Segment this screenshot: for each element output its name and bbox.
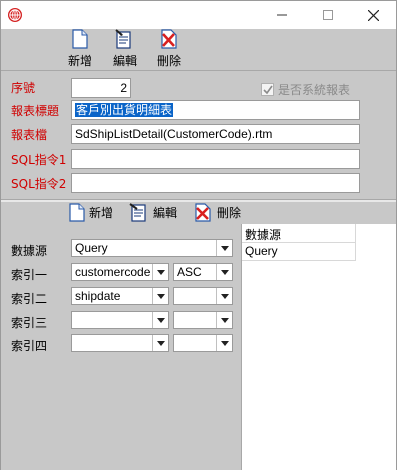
detail-delete-label: 刪除: [217, 206, 242, 220]
chevron-down-icon[interactable]: [152, 312, 168, 328]
chevron-down-icon[interactable]: [216, 312, 232, 328]
index3-label: 索引三: [11, 316, 48, 330]
new-document-icon: [72, 29, 88, 49]
new-button[interactable]: 新增: [68, 29, 92, 69]
detail-form: 數據源 Query 索引一 customercode ASC 索引二 shipd…: [1, 224, 241, 470]
edit-document-icon: [115, 29, 131, 49]
delete-document-icon: [161, 29, 177, 49]
chevron-down-icon[interactable]: [216, 264, 232, 280]
title-input-value: 客戶別出貨明細表: [75, 103, 174, 117]
app-globe-icon: [8, 8, 22, 22]
index2-field-select[interactable]: shipdate: [71, 287, 169, 305]
index1-order-value: ASC: [177, 265, 202, 279]
edit-document-icon: [129, 203, 146, 222]
detail-new-button[interactable]: 新增: [69, 203, 113, 222]
index2-label: 索引二: [11, 292, 48, 306]
index2-field-value: shipdate: [75, 289, 121, 303]
close-icon: [367, 9, 379, 21]
detail-edit-label: 編輯: [153, 206, 178, 220]
delete-document-icon: [195, 203, 211, 222]
minimize-button[interactable]: [259, 1, 305, 29]
title-label: 報表標題: [11, 104, 60, 118]
delete-button-label: 刪除: [157, 54, 182, 68]
index3-field-select[interactable]: [71, 311, 169, 329]
datasource-select[interactable]: Query: [71, 239, 233, 257]
detail-new-label: 新增: [89, 206, 114, 220]
file-input[interactable]: SdShipListDetail(CustomerCode).rtm: [71, 124, 360, 144]
index1-field-value: customercode: [75, 265, 151, 279]
maximize-icon: [323, 10, 333, 20]
checkbox-box[interactable]: [261, 83, 274, 96]
system-report-label: 是否系統報表: [278, 83, 351, 97]
sql1-input[interactable]: [71, 149, 360, 169]
delete-button[interactable]: 刪除: [157, 29, 181, 69]
edit-button[interactable]: 編輯: [113, 29, 137, 69]
chevron-down-icon[interactable]: [216, 335, 232, 351]
index4-field-select[interactable]: [71, 334, 169, 352]
index3-order-select[interactable]: [173, 311, 233, 329]
report-settings-window: 新增 編輯 刪除 序號 2 是否系統報表 報表標題 客戶別出貨明細表 報表檔 S…: [0, 0, 397, 470]
chevron-down-icon[interactable]: [216, 288, 232, 304]
new-button-label: 新增: [68, 54, 93, 68]
seq-label: 序號: [11, 81, 36, 95]
index1-order-select[interactable]: ASC: [173, 263, 233, 281]
chevron-down-icon[interactable]: [152, 264, 168, 280]
index2-order-select[interactable]: [173, 287, 233, 305]
title-bar[interactable]: [1, 1, 396, 29]
sql2-input[interactable]: [71, 173, 360, 193]
datasource-value: Query: [75, 241, 108, 255]
chevron-down-icon[interactable]: [152, 288, 168, 304]
sql1-label: SQL指令1: [11, 153, 67, 167]
close-button[interactable]: [350, 1, 396, 29]
index4-order-select[interactable]: [173, 334, 233, 352]
index4-label: 索引四: [11, 339, 48, 353]
checkmark-icon: [262, 85, 273, 94]
grid-cell[interactable]: Query: [242, 243, 356, 261]
seq-input[interactable]: 2: [71, 78, 131, 98]
datasource-grid[interactable]: 數據源 Query: [241, 224, 396, 470]
minimize-icon: [277, 14, 287, 16]
datasource-label: 數據源: [11, 244, 48, 258]
edit-button-label: 編輯: [113, 54, 138, 68]
detail-delete-button[interactable]: 刪除: [193, 203, 241, 222]
main-toolbar: 新增 編輯 刪除: [1, 29, 396, 71]
index1-field-select[interactable]: customercode: [71, 263, 169, 281]
title-input[interactable]: 客戶別出貨明細表: [71, 100, 360, 120]
grid-column-header[interactable]: 數據源: [242, 224, 356, 243]
sql2-label: SQL指令2: [11, 177, 67, 191]
system-report-checkbox[interactable]: 是否系統報表: [261, 81, 350, 98]
detail-toolbar: 新增 編輯 刪除: [1, 202, 396, 224]
chevron-down-icon[interactable]: [152, 335, 168, 351]
index1-label: 索引一: [11, 268, 48, 282]
report-form: 序號 2 是否系統報表 報表標題 客戶別出貨明細表 報表檔 SdShipList…: [1, 71, 396, 199]
detail-edit-button[interactable]: 編輯: [129, 203, 177, 222]
maximize-button[interactable]: [305, 1, 351, 29]
chevron-down-icon[interactable]: [216, 240, 232, 256]
file-label: 報表檔: [11, 128, 48, 142]
new-document-icon: [69, 203, 85, 222]
